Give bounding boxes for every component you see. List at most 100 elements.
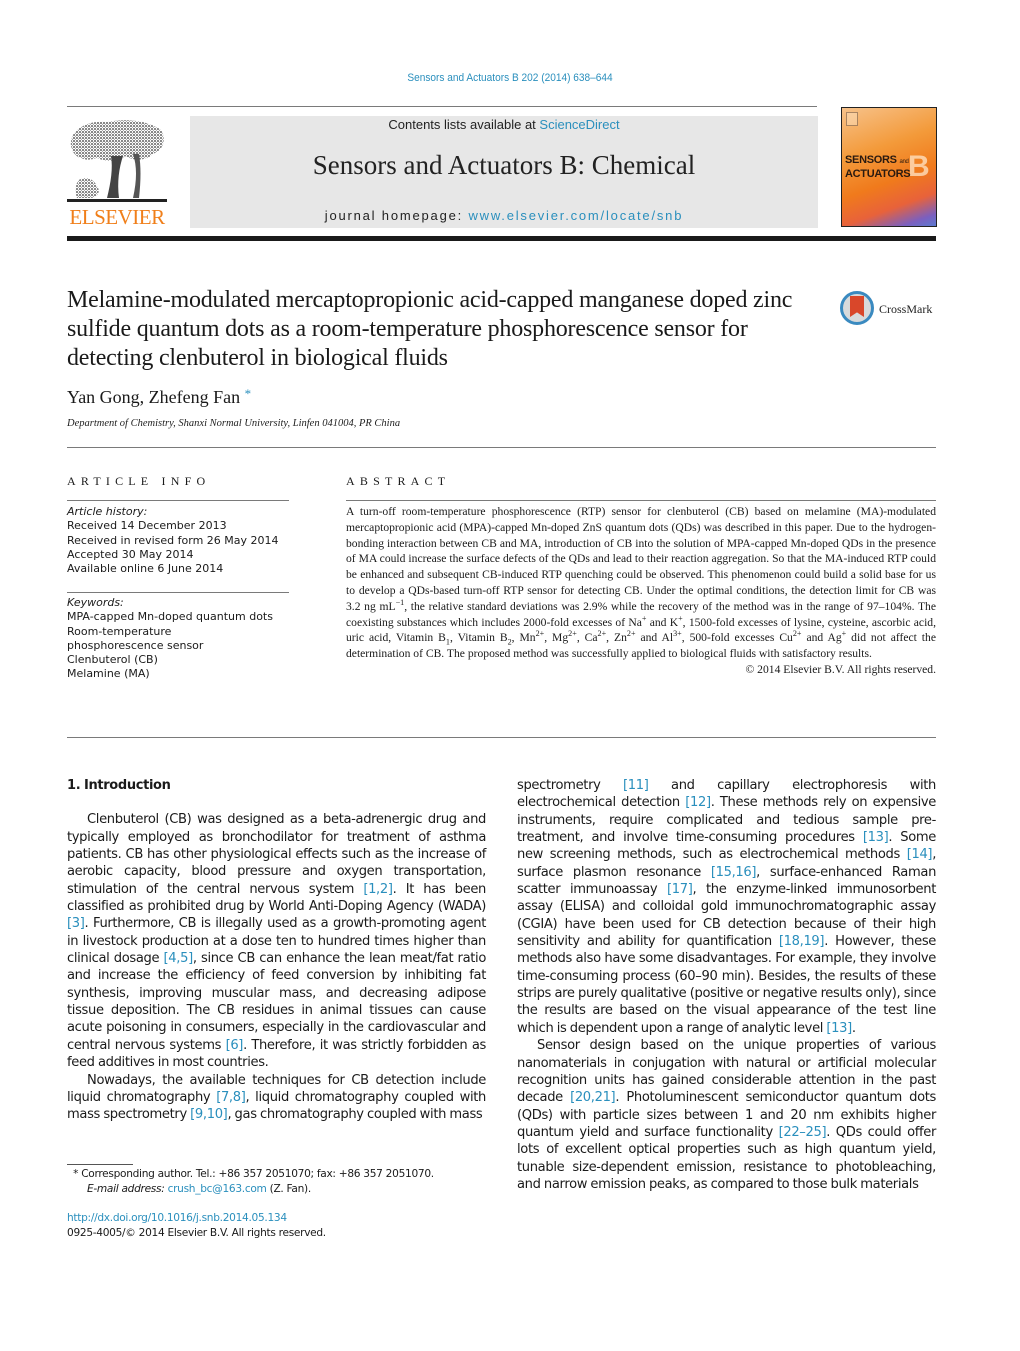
email-label: E-mail address:	[87, 1182, 168, 1195]
authors: Yan Gong, Zhefeng Fan *	[67, 386, 251, 408]
reference-link[interactable]: [13]	[826, 1021, 852, 1036]
contents-line: Contents lists available at ScienceDirec…	[190, 117, 818, 132]
abstract-text-segment: and Al	[635, 631, 674, 645]
journal-cover-thumbnail[interactable]: B SENSORS and ACTUATORS	[841, 107, 937, 227]
reference-link[interactable]: [12]	[685, 795, 711, 810]
cover-title-and: and	[899, 159, 909, 165]
abstract-text-segment: , Mn	[511, 631, 536, 645]
elsevier-tree-icon	[67, 120, 167, 202]
homepage-prefix: journal homepage:	[324, 208, 469, 223]
superscript: −1	[395, 597, 405, 607]
journal-reference[interactable]: Sensors and Actuators B 202 (2014) 638–6…	[41, 72, 979, 84]
crossmark-label: CrossMark	[879, 302, 933, 316]
divider	[67, 737, 936, 738]
corresponding-author-link[interactable]: *	[245, 386, 252, 401]
article-history: Article history: Received 14 December 20…	[67, 505, 292, 576]
keywords: Keywords: MPA-capped Mn-doped quantum do…	[67, 596, 292, 682]
reference-link[interactable]: [18,19]	[779, 934, 825, 949]
superscript: 2+	[568, 629, 577, 639]
abstract-text: A turn-off room-temperature phosphoresce…	[346, 504, 936, 678]
abstract-text-segment: , 500-fold excesses Cu	[681, 631, 793, 645]
keywords-label: Keywords:	[67, 596, 124, 609]
body-paragraph: spectrometry [11] and capillary electrop…	[517, 777, 936, 1037]
reference-link[interactable]: [17]	[667, 882, 693, 897]
footnote-text: Corresponding author. Tel.: +86 357 2051…	[78, 1168, 434, 1180]
text-segment: , gas chromatography coupled with mass	[227, 1107, 483, 1123]
header-divider-thick	[67, 236, 936, 241]
journal-homepage: journal homepage: www.elsevier.com/locat…	[190, 208, 818, 223]
divider	[67, 592, 289, 593]
journal-banner: Contents lists available at ScienceDirec…	[190, 116, 818, 228]
abstract-text-segment: , Zn	[606, 631, 627, 645]
superscript: 2+	[792, 629, 802, 639]
doi-link[interactable]: http://dx.doi.org/10.1016/j.snb.2014.05.…	[67, 1212, 287, 1224]
reference-link[interactable]: [11]	[623, 778, 649, 793]
reference-link[interactable]: [22–25]	[779, 1125, 827, 1140]
abstract-text-segment: , Vitamin B	[449, 631, 508, 645]
body-paragraph: Sensor design based on the unique proper…	[517, 1037, 936, 1193]
journal-homepage-link[interactable]: www.elsevier.com/locate/snb	[468, 208, 683, 223]
email-suffix: (Z. Fan).	[266, 1182, 312, 1195]
sciencedirect-link[interactable]: ScienceDirect	[539, 117, 619, 132]
cover-letter: B	[908, 150, 930, 183]
reference-link[interactable]: [20,21]	[570, 1090, 616, 1105]
text-segment: . However, these methods also have some …	[517, 934, 936, 1036]
reference-link[interactable]: [4,5]	[164, 951, 194, 966]
abstract-text-segment: and Ag	[801, 631, 842, 645]
abstract-copyright: © 2014 Elsevier B.V. All rights reserved…	[745, 662, 936, 676]
author-names: Yan Gong, Zhefeng Fan	[67, 387, 241, 407]
history-item: Available online 6 June 2014	[67, 562, 224, 576]
abstract-text-segment: , Mg	[544, 631, 569, 645]
cover-title-line1: SENSORS	[845, 154, 897, 166]
article-info-heading: ARTICLE INFO	[67, 474, 211, 488]
superscript: 2+	[535, 629, 545, 639]
contents-prefix: Contents lists available at	[388, 117, 540, 132]
keyword-item: Melamine (MA)	[67, 667, 150, 681]
body-column-right: spectrometry [11] and capillary electrop…	[517, 777, 936, 1193]
superscript: 2+	[597, 629, 607, 639]
abstract-text-segment: A turn-off room-temperature phosphoresce…	[346, 505, 936, 613]
paper-title: Melamine-modulated mercaptopropionic aci…	[67, 287, 793, 371]
journal-reference-link[interactable]: Sensors and Actuators B 202 (2014) 638–6…	[407, 72, 612, 84]
divider	[346, 500, 936, 501]
keyword-item: Clenbuterol (CB)	[67, 653, 158, 667]
text-segment: .	[851, 1020, 856, 1036]
footnote-line: * Corresponding author. Tel.: +86 357 20…	[67, 1167, 497, 1182]
body-column-left: 1. Introduction Clenbuterol (CB) was des…	[67, 777, 486, 1124]
keyword-item: MPA-capped Mn-doped quantum dots	[67, 610, 273, 624]
affiliation: Department of Chemistry, Shanxi Normal U…	[67, 418, 401, 429]
issn-copyright: 0925-4005/© 2014 Elsevier B.V. All right…	[67, 1226, 326, 1239]
reference-link[interactable]: [1,2]	[363, 882, 393, 897]
reference-link[interactable]: [15,16]	[711, 865, 757, 880]
footnote-divider	[67, 1164, 133, 1165]
divider	[67, 106, 817, 107]
article-history-label: Article history:	[67, 505, 148, 518]
divider	[67, 500, 289, 501]
body-paragraph: Nowadays, the available techniques for C…	[67, 1072, 486, 1124]
cover-title-line2: ACTUATORS	[845, 168, 911, 180]
abstract-text-segment: , Ca	[576, 631, 598, 645]
section-heading: 1. Introduction	[67, 778, 171, 793]
abstract-text-segment: and K	[646, 615, 679, 629]
reference-link[interactable]: [9,10]	[190, 1107, 228, 1122]
reference-link[interactable]: [6]	[226, 1038, 244, 1053]
elsevier-logo[interactable]: ELSEVIER	[67, 116, 167, 229]
history-item: Accepted 30 May 2014	[67, 547, 194, 561]
superscript: 2+	[626, 629, 636, 639]
abstract-paragraph: A turn-off room-temperature phosphoresce…	[346, 504, 936, 662]
reference-link[interactable]: [3]	[67, 916, 85, 931]
reference-link[interactable]: [7,8]	[216, 1090, 246, 1105]
crossmark-button[interactable]: CrossMark	[840, 291, 940, 329]
email-link[interactable]: crush_bc@163.com	[168, 1183, 267, 1195]
history-item: Received 14 December 2013	[67, 519, 227, 533]
superscript: 3+	[673, 629, 682, 639]
reference-link[interactable]: [13]	[863, 830, 889, 845]
reference-link[interactable]: [14]	[907, 847, 933, 862]
abstract-heading: ABSTRACT	[346, 474, 451, 488]
journal-title: Sensors and Actuators B: Chemical	[312, 150, 696, 180]
text-segment: spectrometry	[517, 778, 624, 793]
divider	[67, 447, 936, 448]
history-item: Received in revised form 26 May 2014	[67, 533, 279, 547]
cover-title: SENSORS and ACTUATORS	[845, 154, 911, 180]
footnote-email-line: E-mail address: crush_bc@163.com (Z. Fan…	[67, 1182, 497, 1197]
